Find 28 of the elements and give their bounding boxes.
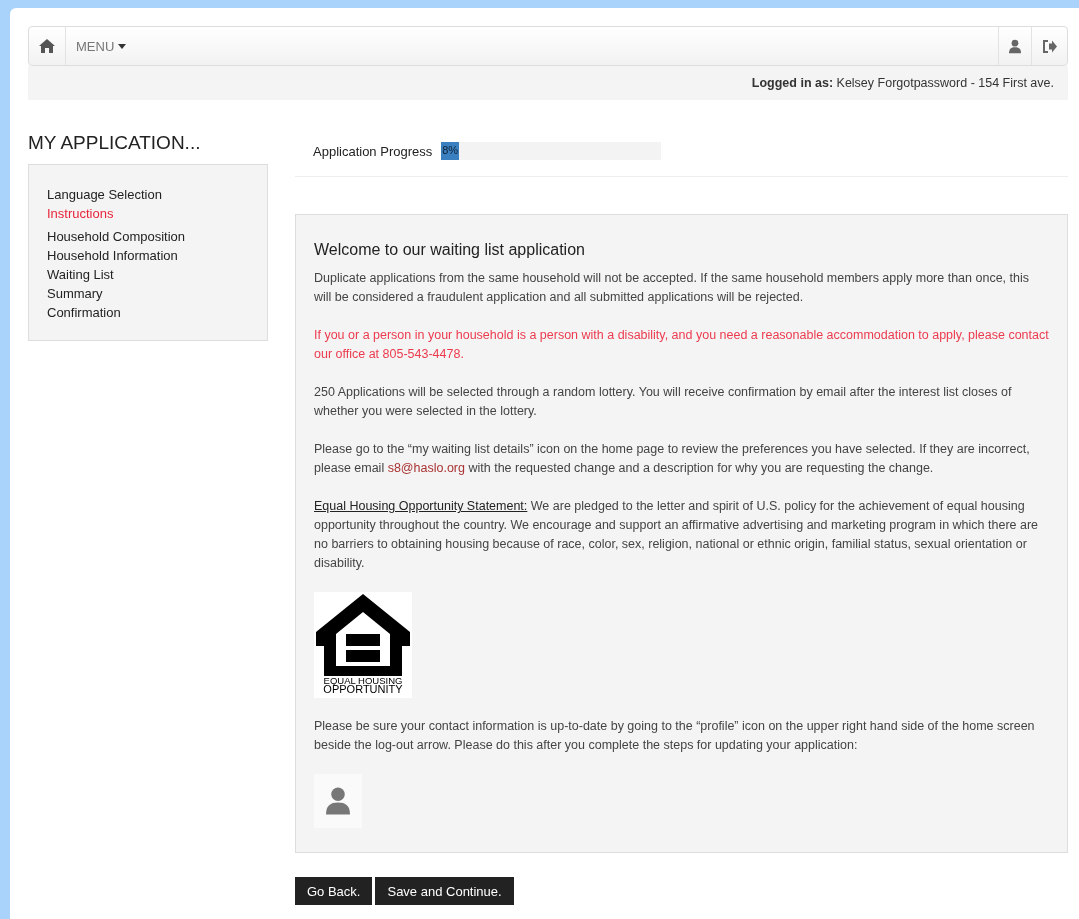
home-icon bbox=[39, 39, 55, 53]
paragraph: Please go to the “my waiting list details” icon on the home page to review the preferences you have selected. If they are incorrect, please email s8@haslo.org with the requested change and a description for why you are requesting the change. bbox=[314, 441, 1031, 477]
menu-button[interactable]: MENU bbox=[66, 27, 137, 65]
paragraph: Please be sure your contact information is up-to-date by going to the “profile” icon on the upper right hand side of the home screen beside the log-out arrow. Please do this after you complete the steps for updating your application: bbox=[314, 718, 1036, 754]
paragraph: Equal Housing Opportunity Statement: We are pledged to the letter and spirit of U.S. policy for the achievement of equal housing opportunity throughout the country. We encourage and support an affirmative advertising and marketing program in which there are no barriers to obtaining housing because of race, color, sex, religion, national or ethnic origin, familial status, sexual orientation or disability. bbox=[314, 498, 1040, 572]
email-link[interactable]: s8@haslo.org bbox=[387, 461, 465, 475]
logout-icon bbox=[1042, 39, 1057, 53]
sidebar-title: MY APPLICATION... bbox=[28, 132, 202, 154]
accommodation-notice: If you or a person in your household is a person with a disability, and you need a reasonable accommodation to apply, please contact our office at 805-543-4478. bbox=[314, 327, 1049, 363]
caret-icon bbox=[118, 43, 127, 49]
step-link[interactable]: Summary bbox=[47, 284, 103, 303]
logged-in-text: Logged in as: Kelsey Forgotpassword - 154 First ave. bbox=[751, 76, 1054, 90]
paragraph: 250 Applications will be selected through a random lottery. You will receive confirmation by email after the interest list closes of whether you were selected in the lottery. bbox=[314, 384, 1013, 420]
back-button[interactable]: Go Back. bbox=[295, 877, 373, 905]
progress-label: Application Progress bbox=[313, 143, 433, 159]
step-link[interactable]: Household Information bbox=[47, 246, 178, 265]
step-link[interactable]: Waiting List bbox=[47, 265, 114, 284]
progress-reading: 8% bbox=[442, 144, 459, 156]
step-link[interactable]: Household Composition bbox=[47, 227, 186, 246]
save-button[interactable]: Save and Continue. bbox=[375, 877, 514, 905]
user-icon bbox=[1009, 38, 1021, 54]
paragraph: Duplicate applications from the same household will not be accepted. If the same household members apply more than once, this will be considered a fraudulent application and all submitted applications will be rejected. bbox=[314, 270, 1030, 306]
welcome-heading: Welcome to our waiting list application bbox=[314, 241, 586, 259]
step-link[interactable]: Instructions bbox=[47, 204, 114, 223]
step-link[interactable]: Confirmation bbox=[47, 303, 121, 322]
equal-housing-logo: EQUAL HOUSING OPPORTUNITY bbox=[314, 592, 412, 698]
step-link[interactable]: Language Selection bbox=[47, 185, 162, 204]
user-icon bbox=[326, 786, 350, 816]
